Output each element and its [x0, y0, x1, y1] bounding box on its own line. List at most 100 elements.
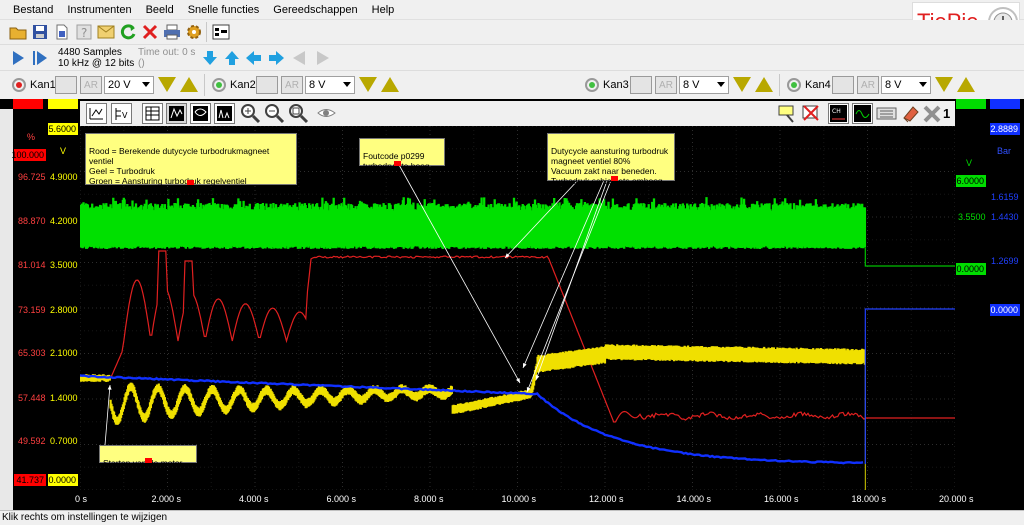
- samplerate-label[interactable]: 10 kHz @ 12 bits: [58, 58, 134, 69]
- x-axis-tick: 10.000 s: [501, 494, 537, 504]
- channel-bar-icon[interactable]: V: [111, 103, 132, 124]
- menu-instrumenten[interactable]: Instrumenten: [60, 4, 138, 16]
- menu-help[interactable]: Help: [365, 4, 402, 16]
- annotation-anchor[interactable]: [187, 180, 194, 185]
- green-axis-top[interactable]: 6.0000: [956, 175, 986, 187]
- kan3-range-select[interactable]: 8 V: [679, 76, 729, 94]
- remove-markers-icon[interactable]: [801, 103, 822, 124]
- kan2-range-up-icon[interactable]: [381, 77, 399, 92]
- kan4-range-select[interactable]: 8 V: [881, 76, 931, 94]
- blue-axis-top[interactable]: 2.8889: [990, 123, 1020, 135]
- kan3-enable-radio[interactable]: [585, 78, 599, 92]
- kan1-enable-radio[interactable]: [12, 78, 26, 92]
- kan2-enable-radio[interactable]: [212, 78, 226, 92]
- right-axis-unit-v: V: [966, 158, 973, 168]
- kan4-enable-radio[interactable]: [787, 78, 801, 92]
- yellow-axis-tick: 4.9000: [50, 172, 78, 182]
- print-icon[interactable]: [162, 22, 182, 42]
- arrow-right-blue-icon[interactable]: [266, 48, 286, 68]
- green-axis-zero[interactable]: 0.0000: [956, 263, 986, 275]
- add-marker-icon[interactable]: [777, 103, 798, 124]
- blue-axis-bottom[interactable]: 0.0000: [990, 304, 1020, 316]
- instrument-list-icon[interactable]: [211, 22, 231, 42]
- kan4-coupling-button[interactable]: [832, 76, 854, 94]
- close-grey-x-icon[interactable]: [922, 104, 942, 124]
- annotation-legend[interactable]: Rood = Berekende dutycycle turbodrukmagn…: [85, 133, 297, 196]
- annotation-anchor[interactable]: [394, 161, 401, 166]
- kan4-autorange-button[interactable]: AR: [857, 76, 879, 94]
- kan2-range-down-icon[interactable]: [359, 77, 377, 92]
- menu-snelle-functies[interactable]: Snelle functies: [181, 4, 267, 16]
- annotation-start-text: Starten van de motor: [103, 458, 183, 468]
- scope-mode-icon[interactable]: [86, 103, 107, 124]
- close-red-x-icon[interactable]: [140, 22, 160, 42]
- timeout-label[interactable]: Time out: 0 s: [138, 47, 195, 58]
- status-bar: Klik rechts om instellingen te wijzigen: [0, 510, 1024, 525]
- kan4-range-down-icon[interactable]: [935, 77, 953, 92]
- kan1-coupling-button[interactable]: [55, 76, 77, 94]
- kan3-autorange-button[interactable]: AR: [655, 76, 677, 94]
- arrow-left-blue-icon[interactable]: [244, 48, 264, 68]
- menu-bestand[interactable]: Bestand: [6, 4, 60, 16]
- annotation-engine-start[interactable]: Starten van de motor: [99, 445, 197, 468]
- arrow-right-disabled-icon[interactable]: [312, 48, 332, 68]
- red-axis-tick: 73.159: [18, 305, 46, 315]
- menu-gereedschappen[interactable]: Gereedschappen: [266, 4, 364, 16]
- annotation-anchor[interactable]: [611, 176, 618, 181]
- yt-mode-icon[interactable]: [166, 103, 187, 124]
- kan1-range-up-icon[interactable]: [180, 77, 198, 92]
- time-axis[interactable]: 0 s 2.000 s 4.000 s 6.000 s 8.000 s 10.000 s 1…: [0, 490, 1024, 510]
- yellow-axis-bottom[interactable]: 0.0000: [48, 474, 78, 486]
- spectrum-mode-icon[interactable]: [214, 103, 235, 124]
- save-icon[interactable]: [30, 22, 50, 42]
- eraser-icon[interactable]: [900, 103, 921, 124]
- menu-beeld[interactable]: Beeld: [139, 4, 181, 16]
- settings-gear-icon[interactable]: [184, 22, 204, 42]
- red-axis-bottom[interactable]: 41.737: [14, 474, 46, 486]
- zoom-fit-icon[interactable]: [288, 103, 309, 124]
- xy-mode-icon[interactable]: [190, 103, 211, 124]
- kan1-range-select[interactable]: 20 V: [104, 76, 154, 94]
- kan2-range-select[interactable]: 8 V: [305, 76, 355, 94]
- play-icon[interactable]: [8, 48, 28, 68]
- kan1-range-down-icon[interactable]: [158, 77, 176, 92]
- yellow-axis-tick: 4.2000: [50, 216, 78, 226]
- kan3-coupling-button[interactable]: [630, 76, 652, 94]
- annotation-dutycycle[interactable]: Dutycycle aansturing turbodruk magneet v…: [547, 133, 675, 186]
- yellow-axis-top[interactable]: 5.6000: [48, 123, 78, 135]
- zoom-in-icon[interactable]: [240, 103, 261, 124]
- red-axis-top[interactable]: 100.000: [11, 149, 46, 161]
- kan4-range-up-icon[interactable]: [957, 77, 975, 92]
- cursor-wave-icon[interactable]: [852, 103, 873, 124]
- help-icon[interactable]: ?: [74, 22, 94, 42]
- kan1-autorange-button[interactable]: AR: [80, 76, 102, 94]
- table-view-icon[interactable]: [142, 103, 163, 124]
- blue-axis-tick-2: 1.2699: [991, 256, 1019, 266]
- kan2-autorange-button[interactable]: AR: [281, 76, 303, 94]
- samples-label[interactable]: 4480 Samples: [58, 47, 122, 58]
- kan3-range-down-icon[interactable]: [733, 77, 751, 92]
- left-axis-unit-v: V: [60, 146, 67, 156]
- annotation-error-code[interactable]: Foutcode p0299 turbodruk te hoog: [359, 138, 445, 171]
- eye-icon[interactable]: [316, 103, 337, 124]
- single-shot-icon[interactable]: [30, 48, 50, 68]
- refresh-icon[interactable]: [118, 22, 138, 42]
- kan2-coupling-button[interactable]: [256, 76, 278, 94]
- x-axis-tick: 20.000 s: [939, 494, 974, 504]
- annotation-anchor[interactable]: [145, 458, 152, 463]
- zoom-out-icon[interactable]: [264, 103, 285, 124]
- kan2-range-value: 8 V: [309, 79, 326, 91]
- arrow-down-blue-icon[interactable]: [200, 48, 220, 68]
- svg-text:V: V: [122, 111, 128, 120]
- email-icon[interactable]: [96, 22, 116, 42]
- kan3-range-up-icon[interactable]: [755, 77, 773, 92]
- cursor-ch-icon[interactable]: CH: [828, 103, 849, 124]
- document-icon[interactable]: [52, 22, 72, 42]
- keyboard-icon[interactable]: [876, 103, 897, 124]
- arrow-left-disabled-icon[interactable]: [290, 48, 310, 68]
- left-scroll-strip[interactable]: [0, 109, 13, 500]
- menu-bar: Bestand Instrumenten Beeld Snelle functi…: [0, 0, 1024, 20]
- red-axis-tick: 88.870: [18, 216, 46, 226]
- open-folder-icon[interactable]: [8, 22, 28, 42]
- arrow-up-blue-icon[interactable]: [222, 48, 242, 68]
